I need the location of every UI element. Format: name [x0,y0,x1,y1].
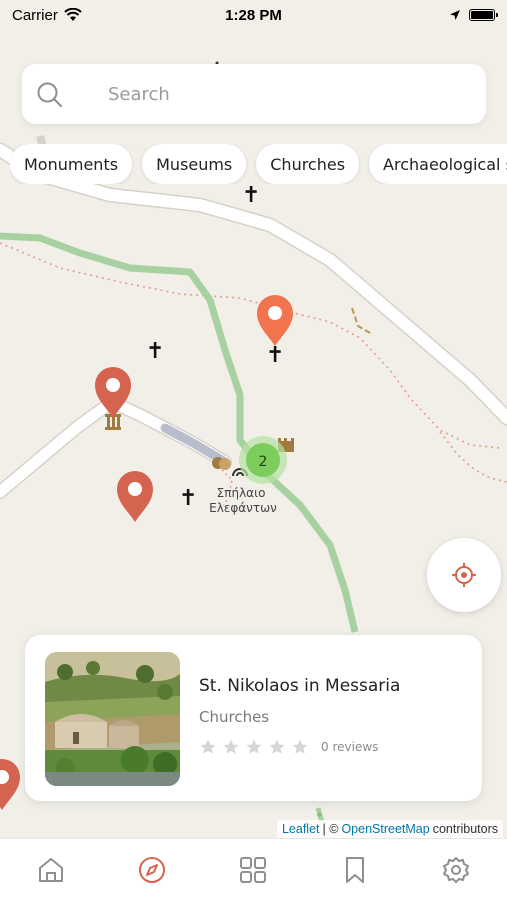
attribution-separator: | © [322,822,339,836]
battery-icon [469,9,498,21]
church-icon: ✝ [242,183,260,208]
star-icon [200,739,216,754]
category-chips: Monuments Museums Churches Archaeologica… [10,144,507,184]
chip-churches[interactable]: Churches [256,144,360,184]
church-icon: ✝ [266,343,284,368]
chip-museums[interactable]: Museums [142,144,247,184]
attribution-suffix: contributors [432,822,498,836]
place-card[interactable]: St. Nikolaos in Messaria Churches 0 revi… [25,635,482,801]
rating-stars [199,738,309,756]
compass-icon [139,856,166,883]
chip-monuments[interactable]: Monuments [10,144,133,184]
tab-bookmarks[interactable] [330,845,380,895]
search-input[interactable] [108,64,468,124]
cluster-marker[interactable]: 2 [239,436,287,484]
tab-home[interactable] [26,845,76,895]
tab-explore[interactable] [127,845,177,895]
crosshair-icon [452,563,476,587]
locate-button[interactable] [427,538,501,612]
grid-icon [240,856,267,883]
place-label-line2: Ελεφάντων [209,501,277,515]
wifi-icon [64,8,82,21]
star-icon [292,739,308,754]
tab-categories[interactable] [228,845,278,895]
gear-icon [443,856,470,883]
search-icon [37,82,62,107]
star-icon [269,739,285,754]
carrier-label: Carrier [12,6,58,24]
place-category: Churches [199,708,270,726]
tab-settings[interactable] [431,845,481,895]
place-label-line1: Σπήλαιο [217,486,266,500]
cluster-count: 2 [259,454,268,470]
star-icon [223,739,239,754]
search-bar[interactable] [22,64,486,124]
place-photo [45,652,180,786]
place-title: St. Nikolaos in Messaria [199,676,401,696]
theatre-icon [212,457,231,470]
bookmark-icon [345,856,364,883]
tab-bar [0,838,507,900]
church-icon: ✝ [146,339,164,364]
review-count: 0 reviews [321,740,379,754]
openstreetmap-link[interactable]: OpenStreetMap [341,822,429,836]
star-icon [246,739,262,754]
church-icon: ✝ [179,486,197,511]
location-arrow-icon [450,10,460,20]
map-attribution: Leaflet | © OpenStreetMap contributors [276,820,503,838]
leaflet-link[interactable]: Leaflet [282,822,320,836]
home-icon [38,857,63,882]
chip-archaeological-sites[interactable]: Archaeological si [369,144,507,184]
place-label: Σπήλαιο Ελεφάντων [209,486,277,515]
status-bar: Carrier 1:28 PM [0,0,507,30]
